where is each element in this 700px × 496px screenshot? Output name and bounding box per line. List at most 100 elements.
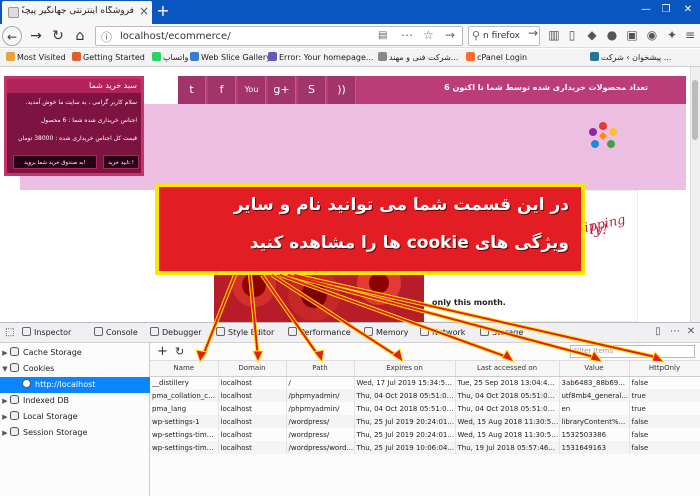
table-cell[interactable]: wp-settings-time-1 [150,441,219,454]
library-icon[interactable]: ▥ [546,28,562,42]
table-row[interactable]: __distillery localhost / Wed, 17 Jul 201… [150,376,700,389]
table-cell[interactable]: localhost [218,441,287,454]
table-cell[interactable]: /phpmyadmin/ [286,402,355,415]
table-row[interactable]: wp-settings-time-1 localhost /wordpress/… [150,441,700,454]
maximize-icon[interactable]: ❐ [656,4,676,15]
expand-arrow-icon[interactable]: ▶ [0,425,10,441]
sidebar-item-cookies[interactable]: ▼ Cookies [0,361,150,377]
table-cell[interactable]: Wed, 15 Aug 2018 11:30:54... [455,428,560,441]
sidebar-item-local-storage[interactable]: ▶ Local Storage [0,409,150,425]
bookmark-item[interactable]: واتساپ [152,52,188,62]
element-picker-icon[interactable]: ⬚ [5,327,14,338]
forward-button[interactable]: → [26,26,46,46]
bookmark-item[interactable]: Error: Your homepage... [268,52,374,62]
table-cell[interactable]: Thu, 04 Oct 2018 05:51:02... [455,389,560,402]
tab-debugger[interactable]: Debugger [150,327,202,337]
table-row[interactable]: pma_lang localhost /phpmyadmin/ Thu, 04 … [150,402,700,415]
skype-icon[interactable]: S [298,76,326,104]
addon-icon[interactable]: ◉ [644,28,660,42]
addon-icon[interactable]: ◆ [584,28,600,42]
column-header[interactable]: Value [559,361,630,377]
expand-arrow-icon[interactable]: ▶ [0,393,10,409]
devtools-menu-icon[interactable]: ⋯ [668,326,682,337]
column-header[interactable]: Last accessed on [455,361,560,377]
table-cell[interactable]: localhost [218,389,287,402]
table-cell[interactable]: false [629,415,700,428]
table-cell[interactable]: Thu, 25 Jul 2019 20:24:01... [354,428,456,441]
addon-icon[interactable]: ✦ [664,28,680,42]
addon-icon[interactable]: ● [604,28,620,42]
menu-icon[interactable]: ≡ [682,28,698,42]
url-go-icon[interactable]: → [445,28,455,42]
table-cell[interactable]: 1532503386 [559,428,630,441]
table-cell[interactable]: false [629,428,700,441]
bookmark-item[interactable]: cPanel Login [466,52,527,62]
sidebar-icon[interactable]: ▯ [564,28,580,42]
table-cell[interactable]: /wordpress/ [286,415,355,428]
search-text[interactable]: n firefox [483,31,520,41]
table-cell[interactable]: en [559,402,630,415]
collapse-arrow-icon[interactable]: ▼ [0,361,10,377]
table-cell[interactable]: Wed, 15 Aug 2018 11:30:54... [455,415,560,428]
table-row[interactable]: wp-settings-1 localhost /wordpress/ Thu,… [150,415,700,428]
table-cell[interactable]: true [629,389,700,402]
table-cell[interactable]: wp-settings-1 [150,415,219,428]
bookmark-item[interactable]: شرکت فنی و مهند... [378,52,458,62]
table-cell[interactable]: localhost [218,428,287,441]
tab-performance[interactable]: Performance [288,327,351,337]
bookmark-star-icon[interactable]: ☆ [423,28,434,42]
expand-arrow-icon[interactable]: ▶ [0,409,10,425]
table-cell[interactable]: false [629,441,700,454]
tab-storage[interactable]: Storage [480,327,523,337]
facebook-icon[interactable]: f [208,76,236,104]
minimize-icon[interactable]: — [636,4,656,15]
table-cell[interactable]: pma_lang [150,402,219,415]
add-item-button[interactable]: + [157,344,168,359]
table-row[interactable]: wp-settings-time-1 localhost /wordpress/… [150,428,700,441]
devtools-close-icon[interactable]: ✕ [684,326,698,337]
tab-memory[interactable]: Memory [364,327,409,337]
back-button[interactable]: ← [2,26,22,46]
table-cell[interactable]: Thu, 04 Oct 2018 05:51:02... [455,402,560,415]
new-tab-button[interactable]: + [155,1,171,21]
table-cell[interactable]: Thu, 25 Jul 2019 10:06:04... [354,441,456,454]
table-cell[interactable]: false [629,376,700,389]
twitter-icon[interactable]: t [178,76,206,104]
home-button[interactable]: ⌂ [70,26,90,46]
tab-console[interactable]: Console [94,327,138,337]
table-cell[interactable]: Thu, 19 Jul 2018 05:57:46... [455,441,560,454]
table-cell[interactable]: Tue, 25 Sep 2018 13:04:40... [455,376,560,389]
bookmark-item[interactable]: Getting Started [72,52,145,62]
table-cell[interactable]: libraryContent%... [559,415,630,428]
bookmark-item[interactable]: Web Slice Gallery [190,52,271,62]
sidebar-item-cache-storage[interactable]: ▶ Cache Storage [0,345,150,361]
table-cell[interactable]: /phpmyadmin/ [286,389,355,402]
expand-arrow-icon[interactable]: ▶ [0,345,10,361]
close-tab-icon[interactable]: × [139,4,149,18]
filter-input[interactable]: Filter Items [570,345,695,358]
column-header[interactable]: Path [286,361,355,377]
dock-icon[interactable]: ▯ [651,326,665,337]
table-cell[interactable]: localhost [218,402,287,415]
checkout-button[interactable]: به صندوق خرید شما بروید! [13,155,97,169]
bookmark-item[interactable]: Most Visited [6,52,66,62]
url-bar[interactable]: ⓘ localhost/ecommerce/ ▤ ⋯ ☆ → [95,26,463,46]
google-plus-icon[interactable]: g+ [268,76,296,104]
sidebar-item-indexed-db[interactable]: ▶ Indexed DB [0,393,150,409]
table-row[interactable]: pma_collation_co... localhost /phpmyadmi… [150,389,700,402]
table-cell[interactable]: localhost [218,415,287,428]
browser-tab[interactable]: فروشگاه اینترنتی جهانگیر پیچکم × [2,1,152,24]
table-cell[interactable]: pma_collation_co... [150,389,219,402]
table-cell[interactable]: true [629,402,700,415]
reader-view-icon[interactable]: ▤ [378,30,387,41]
column-header[interactable]: Name [150,361,219,377]
scrollbar-thumb[interactable] [692,80,698,140]
table-cell[interactable]: /wordpress/ [286,428,355,441]
table-cell[interactable]: __distillery [150,376,219,389]
rss-icon[interactable]: )) [328,76,356,104]
confirm-purchase-button[interactable]: تایید خرید ! [103,155,139,169]
column-header[interactable]: Domain [218,361,287,377]
table-cell[interactable]: Thu, 25 Jul 2019 20:24:01... [354,415,456,428]
window-close-icon[interactable]: ✕ [678,4,698,15]
addon-icon[interactable]: ▣ [624,28,640,42]
